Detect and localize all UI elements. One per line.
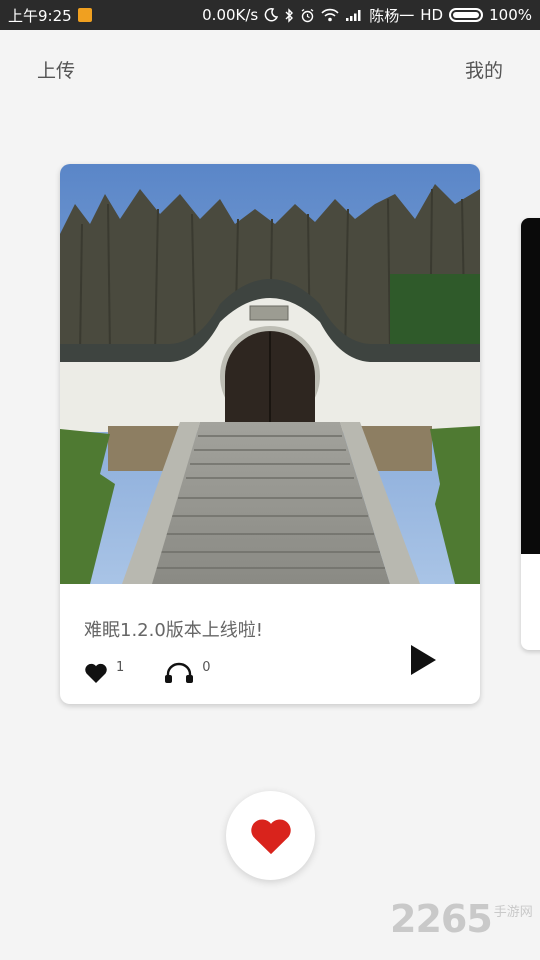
bluetooth-icon bbox=[285, 7, 294, 23]
site-watermark: 2265 手游网 bbox=[390, 900, 533, 938]
listen-count: 0 bbox=[202, 660, 211, 675]
watermark-number: 2265 bbox=[390, 897, 493, 941]
upload-button[interactable]: 上传 bbox=[37, 56, 75, 83]
headphones-icon bbox=[165, 662, 194, 683]
network-type: HD bbox=[420, 6, 444, 24]
carrier-name: 陈杨一 bbox=[369, 6, 415, 25]
play-icon[interactable] bbox=[408, 643, 438, 677]
listen-stat[interactable]: 0 bbox=[164, 660, 211, 684]
status-bar-left: 上午9:25 bbox=[8, 5, 92, 26]
alarm-icon bbox=[301, 8, 314, 22]
top-bar: 上传 我的 bbox=[0, 30, 540, 108]
mine-button[interactable]: 我的 bbox=[465, 56, 503, 83]
status-time: 上午9:25 bbox=[8, 6, 72, 25]
battery-level: 100% bbox=[489, 6, 532, 24]
post-stats: 1 0 bbox=[84, 660, 211, 684]
heart-icon bbox=[85, 663, 107, 683]
next-card-image bbox=[521, 218, 540, 554]
post-card[interactable]: 难眠1.2.0版本上线啦! 1 0 bbox=[60, 164, 480, 704]
status-bar-right: 0.00K/s 陈杨一 HD 100% bbox=[202, 5, 532, 26]
battery-icon bbox=[449, 8, 484, 22]
heart-icon bbox=[250, 818, 291, 854]
post-title: 难眠1.2.0版本上线啦! bbox=[84, 620, 264, 641]
like-button[interactable] bbox=[226, 791, 315, 880]
like-count: 1 bbox=[116, 660, 125, 675]
signal-icon bbox=[346, 10, 361, 21]
network-speed: 0.00K/s bbox=[202, 6, 259, 24]
post-cover-image bbox=[60, 164, 480, 584]
next-card-peek[interactable] bbox=[521, 218, 540, 650]
status-bar: 上午9:25 0.00K/s 陈杨一 HD 100% bbox=[0, 0, 540, 30]
wifi-icon bbox=[321, 8, 339, 22]
watermark-text: 手游网 bbox=[493, 905, 533, 920]
like-stat[interactable]: 1 bbox=[84, 660, 125, 684]
app-notification-icon bbox=[77, 8, 92, 22]
moon-icon bbox=[264, 8, 279, 22]
